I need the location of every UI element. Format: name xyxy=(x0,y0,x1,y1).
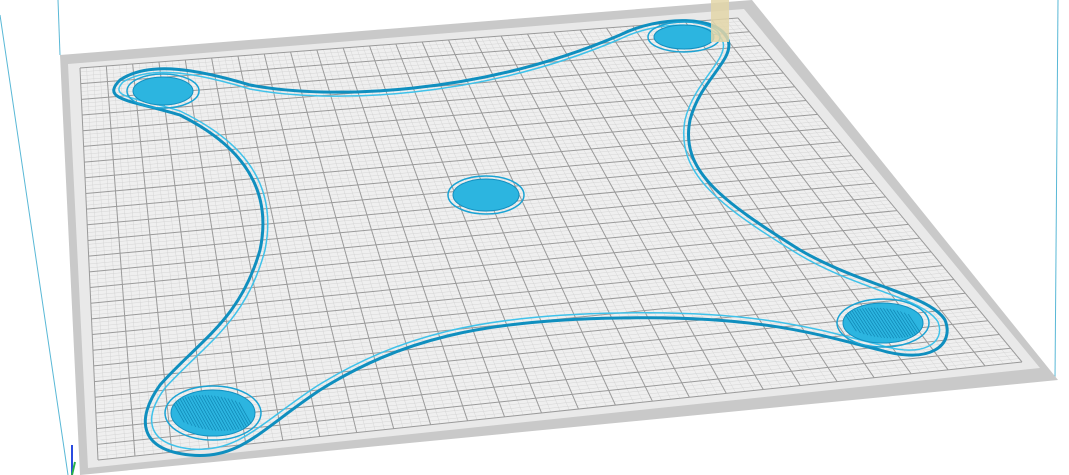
pad-top-left-fill xyxy=(132,76,194,106)
nozzle-marker xyxy=(711,0,729,42)
axis-indicator xyxy=(71,445,76,475)
pad-bottom-left[interactable] xyxy=(164,385,262,441)
frame-line-right xyxy=(1054,0,1059,381)
frame-line-back-left xyxy=(57,0,61,56)
slicer-scene[interactable] xyxy=(0,0,1069,475)
pad-top-left[interactable] xyxy=(126,73,200,109)
pad-center-fill xyxy=(452,178,520,212)
frame-line-left xyxy=(0,14,69,475)
3d-print-preview-viewport[interactable] xyxy=(0,0,1069,475)
pad-top-right-fill xyxy=(653,24,715,50)
pad-bottom-right[interactable] xyxy=(836,298,930,348)
pad-center[interactable] xyxy=(447,175,525,215)
